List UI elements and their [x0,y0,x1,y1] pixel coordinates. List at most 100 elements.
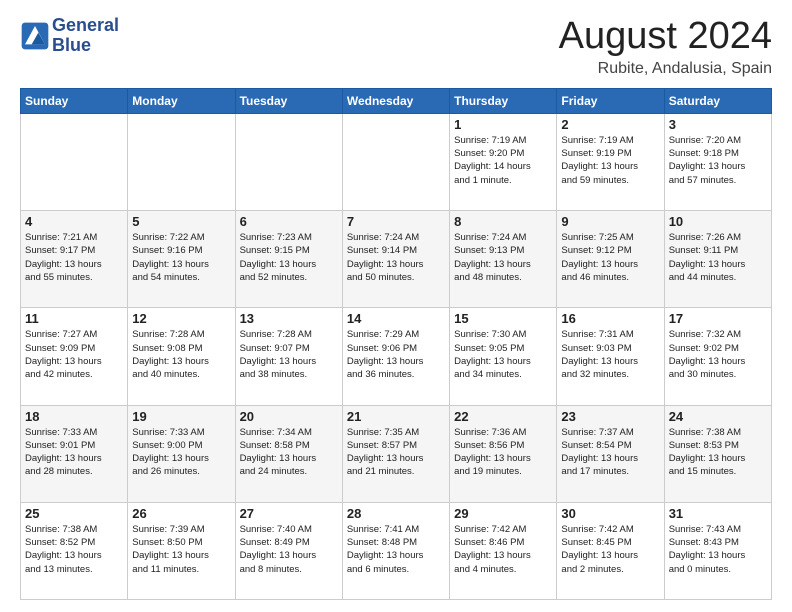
title-area: August 2024 Rubite, Andalusia, Spain [559,16,772,78]
day-number-11: 11 [25,311,123,326]
cell-w2-d3: 14 Sunrise: 7:29 AM Sunset: 9:06 PM Dayli… [342,308,449,405]
day-number-14: 14 [347,311,445,326]
week-row-1: 4 Sunrise: 7:21 AM Sunset: 9:17 PM Daylig… [21,211,772,308]
day-number-31: 31 [669,506,767,521]
location: Rubite, Andalusia, Spain [559,60,772,78]
day-number-12: 12 [132,311,230,326]
day-info-11: Sunrise: 7:27 AM Sunset: 9:09 PM Dayligh… [25,328,123,381]
col-tuesday: Tuesday [235,88,342,113]
cell-w0-d3 [342,113,449,210]
day-info-16: Sunrise: 7:31 AM Sunset: 9:03 PM Dayligh… [561,328,659,381]
day-number-3: 3 [669,117,767,132]
logo: General Blue [20,16,119,56]
day-info-30: Sunrise: 7:42 AM Sunset: 8:45 PM Dayligh… [561,523,659,576]
cell-w4-d3: 28 Sunrise: 7:41 AM Sunset: 8:48 PM Dayli… [342,502,449,599]
col-monday: Monday [128,88,235,113]
day-number-15: 15 [454,311,552,326]
cell-w4-d2: 27Sunrise: 7:40 AM Sunset: 8:49 PM Dayli… [235,502,342,599]
week-row-4: 25 Sunrise: 7:38 AM Sunset: 8:52 PM Dayli… [21,502,772,599]
logo-icon [20,21,50,51]
day-info-23: Sunrise: 7:37 AM Sunset: 8:54 PM Dayligh… [561,426,659,479]
col-wednesday: Wednesday [342,88,449,113]
cell-w1-d1: 5Sunrise: 7:22 AM Sunset: 9:16 PM Daylig… [128,211,235,308]
cell-w2-d2: 13Sunrise: 7:28 AM Sunset: 9:07 PM Dayli… [235,308,342,405]
day-number-29: 29 [454,506,552,521]
cell-w0-d1 [128,113,235,210]
day-info-17: Sunrise: 7:32 AM Sunset: 9:02 PM Dayligh… [669,328,767,381]
day-info-6: Sunrise: 7:23 AM Sunset: 9:15 PM Dayligh… [240,231,338,284]
day-number-17: 17 [669,311,767,326]
day-info-7: Sunrise: 7:24 AM Sunset: 9:14 PM Dayligh… [347,231,445,284]
cell-w3-d6: 24 Sunrise: 7:38 AM Sunset: 8:53 PM Dayli… [664,405,771,502]
cell-w0-d5: 2 Sunrise: 7:19 AM Sunset: 9:19 PM Daylig… [557,113,664,210]
day-number-21: 21 [347,409,445,424]
day-number-18: 18 [25,409,123,424]
cell-w4-d5: 30 Sunrise: 7:42 AM Sunset: 8:45 PM Dayli… [557,502,664,599]
cell-w2-d4: 15 Sunrise: 7:30 AM Sunset: 9:05 PM Dayli… [450,308,557,405]
day-info-13: Sunrise: 7:28 AM Sunset: 9:07 PM Dayligh… [240,328,338,381]
cell-w1-d3: 7 Sunrise: 7:24 AM Sunset: 9:14 PM Daylig… [342,211,449,308]
cell-w1-d2: 6 Sunrise: 7:23 AM Sunset: 9:15 PM Daylig… [235,211,342,308]
day-number-1: 1 [454,117,552,132]
cell-w4-d0: 25 Sunrise: 7:38 AM Sunset: 8:52 PM Dayli… [21,502,128,599]
cell-w3-d0: 18 Sunrise: 7:33 AM Sunset: 9:01 PM Dayli… [21,405,128,502]
day-number-24: 24 [669,409,767,424]
day-info-22: Sunrise: 7:36 AM Sunset: 8:56 PM Dayligh… [454,426,552,479]
week-row-2: 11 Sunrise: 7:27 AM Sunset: 9:09 PM Dayli… [21,308,772,405]
header-row: Sunday Monday Tuesday Wednesday Thursday… [21,88,772,113]
day-number-5: 5 [132,214,230,229]
day-number-6: 6 [240,214,338,229]
day-number-26: 26 [132,506,230,521]
day-number-27: 27 [240,506,338,521]
week-row-3: 18 Sunrise: 7:33 AM Sunset: 9:01 PM Dayli… [21,405,772,502]
cell-w1-d6: 10 Sunrise: 7:26 AM Sunset: 9:11 PM Dayli… [664,211,771,308]
day-number-25: 25 [25,506,123,521]
day-number-28: 28 [347,506,445,521]
day-number-16: 16 [561,311,659,326]
col-thursday: Thursday [450,88,557,113]
day-number-22: 22 [454,409,552,424]
logo-line1: General [52,16,119,36]
cell-w3-d4: 22 Sunrise: 7:36 AM Sunset: 8:56 PM Dayli… [450,405,557,502]
day-info-21: Sunrise: 7:35 AM Sunset: 8:57 PM Dayligh… [347,426,445,479]
day-number-8: 8 [454,214,552,229]
page: General Blue August 2024 Rubite, Andalus… [0,0,792,612]
day-info-19: Sunrise: 7:33 AM Sunset: 9:00 PM Dayligh… [132,426,230,479]
cell-w1-d0: 4 Sunrise: 7:21 AM Sunset: 9:17 PM Daylig… [21,211,128,308]
day-info-26: Sunrise: 7:39 AM Sunset: 8:50 PM Dayligh… [132,523,230,576]
day-info-2: Sunrise: 7:19 AM Sunset: 9:19 PM Dayligh… [561,134,659,187]
cell-w0-d2 [235,113,342,210]
calendar-table: Sunday Monday Tuesday Wednesday Thursday… [20,88,772,600]
day-number-20: 20 [240,409,338,424]
day-info-28: Sunrise: 7:41 AM Sunset: 8:48 PM Dayligh… [347,523,445,576]
cell-w0-d0 [21,113,128,210]
day-number-7: 7 [347,214,445,229]
col-friday: Friday [557,88,664,113]
day-info-20: Sunrise: 7:34 AM Sunset: 8:58 PM Dayligh… [240,426,338,479]
day-info-4: Sunrise: 7:21 AM Sunset: 9:17 PM Dayligh… [25,231,123,284]
day-info-15: Sunrise: 7:30 AM Sunset: 9:05 PM Dayligh… [454,328,552,381]
cell-w0-d6: 3Sunrise: 7:20 AM Sunset: 9:18 PM Daylig… [664,113,771,210]
cell-w2-d0: 11 Sunrise: 7:27 AM Sunset: 9:09 PM Dayli… [21,308,128,405]
day-info-12: Sunrise: 7:28 AM Sunset: 9:08 PM Dayligh… [132,328,230,381]
day-info-31: Sunrise: 7:43 AM Sunset: 8:43 PM Dayligh… [669,523,767,576]
day-info-25: Sunrise: 7:38 AM Sunset: 8:52 PM Dayligh… [25,523,123,576]
day-info-14: Sunrise: 7:29 AM Sunset: 9:06 PM Dayligh… [347,328,445,381]
day-number-10: 10 [669,214,767,229]
cell-w2-d6: 17 Sunrise: 7:32 AM Sunset: 9:02 PM Dayli… [664,308,771,405]
day-info-29: Sunrise: 7:42 AM Sunset: 8:46 PM Dayligh… [454,523,552,576]
day-info-8: Sunrise: 7:24 AM Sunset: 9:13 PM Dayligh… [454,231,552,284]
day-info-24: Sunrise: 7:38 AM Sunset: 8:53 PM Dayligh… [669,426,767,479]
cell-w3-d1: 19Sunrise: 7:33 AM Sunset: 9:00 PM Dayli… [128,405,235,502]
cell-w3-d3: 21 Sunrise: 7:35 AM Sunset: 8:57 PM Dayli… [342,405,449,502]
day-number-2: 2 [561,117,659,132]
day-number-4: 4 [25,214,123,229]
cell-w4-d4: 29 Sunrise: 7:42 AM Sunset: 8:46 PM Dayli… [450,502,557,599]
logo-line2: Blue [52,36,119,56]
day-info-10: Sunrise: 7:26 AM Sunset: 9:11 PM Dayligh… [669,231,767,284]
cell-w0-d4: 1Sunrise: 7:19 AM Sunset: 9:20 PM Daylig… [450,113,557,210]
cell-w2-d5: 16 Sunrise: 7:31 AM Sunset: 9:03 PM Dayli… [557,308,664,405]
cell-w2-d1: 12 Sunrise: 7:28 AM Sunset: 9:08 PM Dayli… [128,308,235,405]
day-number-30: 30 [561,506,659,521]
day-info-18: Sunrise: 7:33 AM Sunset: 9:01 PM Dayligh… [25,426,123,479]
